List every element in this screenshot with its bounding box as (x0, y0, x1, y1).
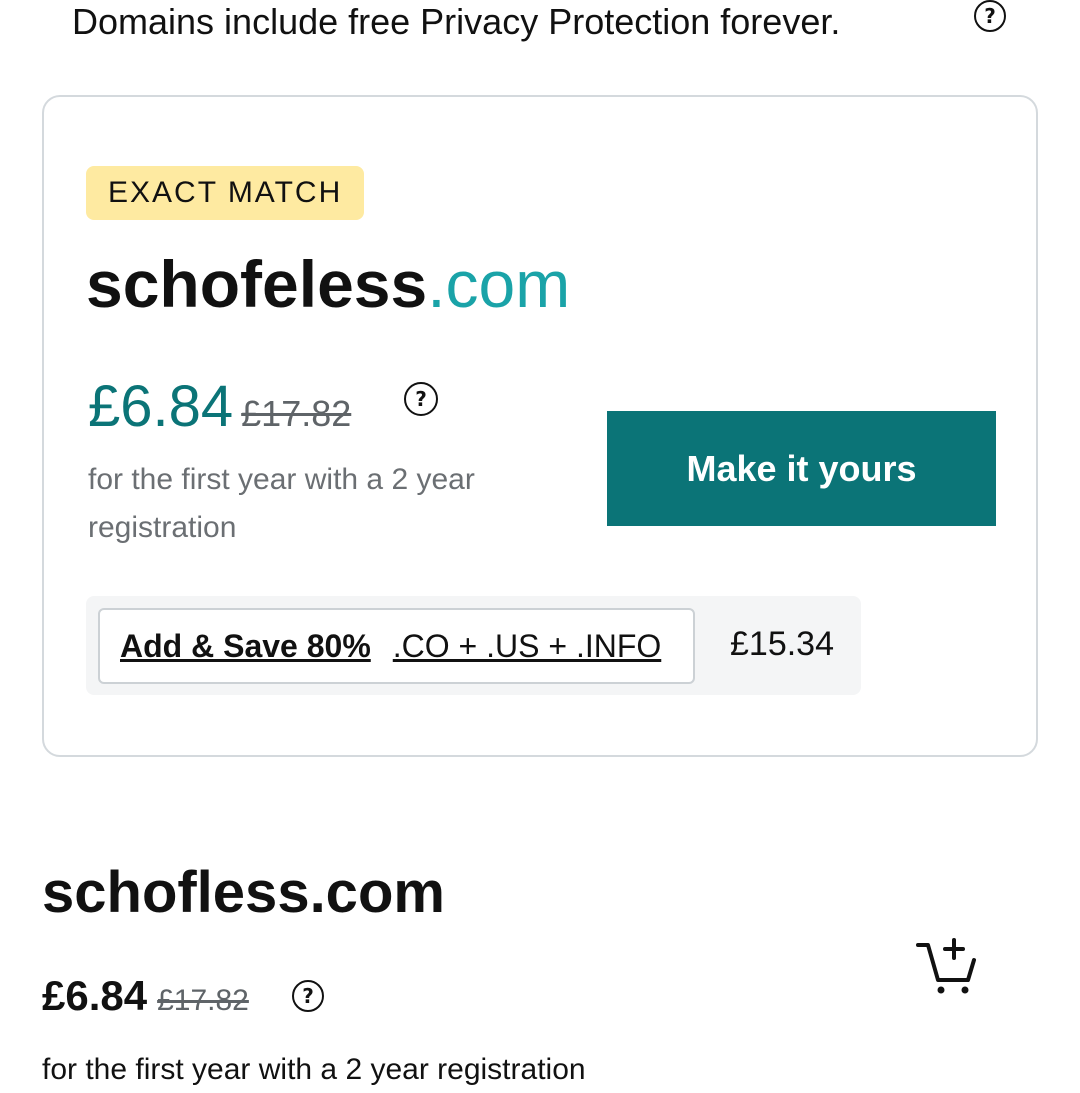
domain-tld: .com (427, 247, 571, 321)
original-price: £17.82 (241, 393, 352, 434)
make-it-yours-button[interactable]: Make it yours (607, 411, 996, 526)
bundle-save-label[interactable]: Add & Save 80% (120, 628, 371, 665)
alt-price-note: for the first year with a 2 year registr… (42, 1053, 586, 1086)
alt-original-price: £17.82 (157, 984, 249, 1017)
price-note: for the first year with a 2 year registr… (88, 463, 475, 544)
bundle-offer-link[interactable]: Add & Save 80% .CO + .US + .INFO (98, 608, 695, 684)
alt-current-price: £6.84 (42, 972, 148, 1019)
bundle-price: £15.34 (730, 625, 834, 663)
page: Domains include free Privacy Protection … (0, 0, 1080, 1093)
current-price: £6.84 (88, 374, 234, 439)
alt-price-row: £6.84 £17.82 (42, 972, 249, 1020)
alt-domain-title: schofless.com (42, 860, 445, 925)
alt-price-help-icon[interactable]: ? (292, 980, 324, 1012)
domain-title: schofeless.com (86, 246, 570, 322)
bundle-tlds[interactable]: .CO + .US + .INFO (393, 628, 662, 665)
price-help-icon[interactable]: ? (404, 382, 438, 416)
privacy-note: Domains include free Privacy Protection … (72, 1, 841, 42)
price-row: £6.84 £17.82 (88, 374, 351, 440)
add-to-cart-button[interactable] (912, 936, 982, 996)
help-icon[interactable]: ? (974, 0, 1006, 32)
exact-match-badge: EXACT MATCH (86, 166, 365, 220)
add-to-cart-icon (916, 938, 976, 994)
domain-name: schofeless (86, 247, 428, 321)
